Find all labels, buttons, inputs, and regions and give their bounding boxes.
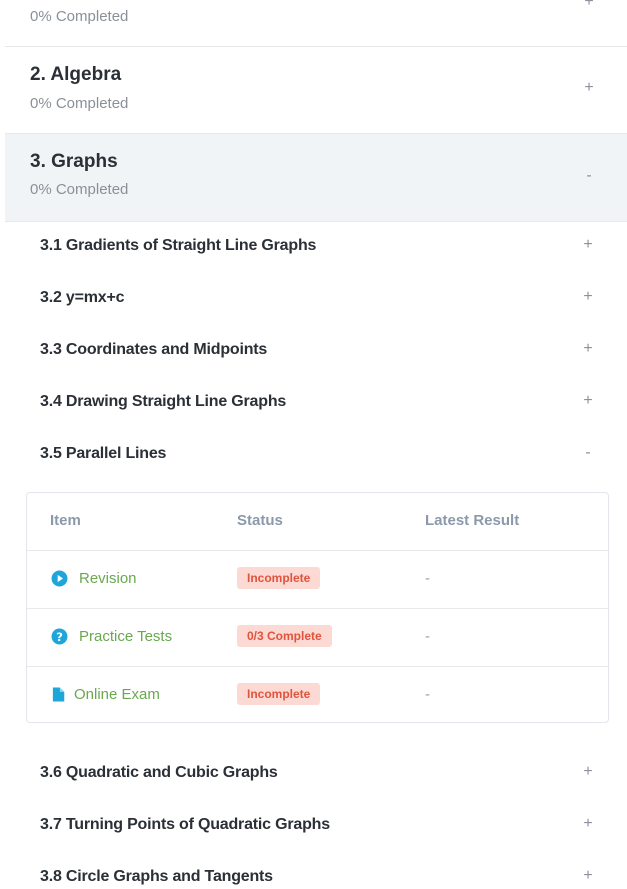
topic-label: 3.7 Turning Points of Quadratic Graphs <box>40 816 330 833</box>
topic-items-table: Item Status Latest Result Revision Incom… <box>26 492 609 723</box>
chapter-1-progress: 0% Completed <box>30 8 129 25</box>
topic-label: 3.1 Gradients of Straight Line Graphs <box>40 237 317 254</box>
expand-icon[interactable]: + <box>580 288 596 306</box>
topic-3-1[interactable]: 3.1 Gradients of Straight Line Graphs + <box>5 222 627 274</box>
status-badge: Incomplete <box>237 567 321 589</box>
chapter-2-header[interactable]: 2. Algebra 0% Completed + <box>5 47 627 133</box>
chapter-2-title: 2. Algebra <box>30 64 122 85</box>
question-circle-icon: ? <box>51 628 68 645</box>
topic-label: 3.3 Coordinates and Midpoints <box>40 341 268 358</box>
expand-icon[interactable]: + <box>580 815 596 833</box>
topic-label: 3.5 Parallel Lines <box>40 445 167 462</box>
play-circle-icon <box>51 570 68 587</box>
chapter-3-collapse-icon[interactable]: - <box>581 167 597 185</box>
table-row: Revision Incomplete - <box>27 550 608 609</box>
chapter-3-header[interactable]: 3. Graphs 0% Completed - <box>5 134 627 221</box>
expand-icon[interactable]: + <box>580 763 596 781</box>
column-header-latest-result: Latest Result <box>425 512 520 529</box>
topic-3-8[interactable]: 3.8 Circle Graphs and Tangents + <box>5 853 627 889</box>
status-badge: 0/3 Complete <box>237 625 332 647</box>
table-row: ? Practice Tests 0/3 Complete - <box>27 608 608 667</box>
topic-3-6[interactable]: 3.6 Quadratic and Cubic Graphs + <box>5 749 627 801</box>
topic-label: 3.2 y=mx+c <box>40 289 125 306</box>
expand-icon[interactable]: + <box>580 392 596 410</box>
collapse-icon[interactable]: - <box>580 444 596 462</box>
practice-tests-link[interactable]: Practice Tests <box>79 628 172 645</box>
expand-icon[interactable]: + <box>580 236 596 254</box>
latest-result: - <box>425 686 430 703</box>
topic-label: 3.6 Quadratic and Cubic Graphs <box>40 764 278 781</box>
topic-3-4[interactable]: 3.4 Drawing Straight Line Graphs + <box>5 378 627 430</box>
latest-result: - <box>425 570 430 587</box>
topic-3-3[interactable]: 3.3 Coordinates and Midpoints + <box>5 326 627 378</box>
chapter-3-title: 3. Graphs <box>30 151 118 172</box>
chapter-3-progress: 0% Completed <box>30 181 129 198</box>
topic-label: 3.8 Circle Graphs and Tangents <box>40 868 273 885</box>
online-exam-link[interactable]: Online Exam <box>74 686 160 703</box>
expand-icon[interactable]: + <box>580 867 596 885</box>
table-row: Online Exam Incomplete - <box>27 666 608 725</box>
topic-label: 3.4 Drawing Straight Line Graphs <box>40 393 287 410</box>
status-badge: Incomplete <box>237 683 321 705</box>
course-syllabus-page: 0% Completed + 2. Algebra 0% Completed +… <box>0 0 627 889</box>
column-header-item: Item <box>50 512 81 529</box>
revision-link[interactable]: Revision <box>79 570 137 587</box>
topic-3-2[interactable]: 3.2 y=mx+c + <box>5 274 627 326</box>
column-header-status: Status <box>237 512 283 529</box>
chapter-2-expand-icon[interactable]: + <box>581 79 597 97</box>
topic-3-5[interactable]: 3.5 Parallel Lines - <box>5 430 627 482</box>
expand-icon[interactable]: + <box>580 340 596 358</box>
chapter-1-expand-icon[interactable]: + <box>581 0 597 11</box>
svg-text:?: ? <box>56 630 63 644</box>
topic-3-7[interactable]: 3.7 Turning Points of Quadratic Graphs + <box>5 801 627 853</box>
chapter-1-header[interactable]: 0% Completed + <box>5 0 627 46</box>
latest-result: - <box>425 628 430 645</box>
chapter-2-progress: 0% Completed <box>30 95 129 112</box>
document-icon <box>52 687 65 702</box>
